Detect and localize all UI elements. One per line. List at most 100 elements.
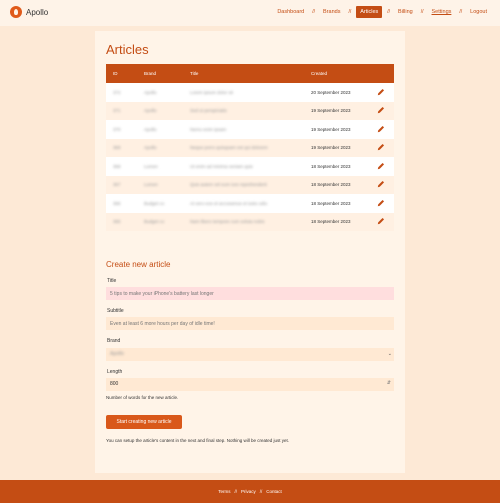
- nav-brands[interactable]: Brands: [320, 6, 343, 18]
- cell-id: 372: [113, 89, 121, 95]
- cell-id: 371: [113, 108, 121, 114]
- cell-title: At vero eos et accusamus et iusto odio: [190, 200, 268, 206]
- column-header-actions: [368, 64, 394, 83]
- column-header-title: Title: [190, 71, 199, 76]
- column-header-brand: Brand: [144, 71, 157, 76]
- edit-article-button[interactable]: [368, 102, 394, 121]
- footer-privacy-link[interactable]: Privacy: [241, 489, 256, 494]
- column-header-id: ID: [113, 71, 118, 76]
- app-name: Apollo: [26, 7, 49, 17]
- brand[interactable]: Apollo: [10, 6, 48, 18]
- edit-article-button[interactable]: [368, 83, 394, 102]
- edit-article-button[interactable]: [368, 120, 394, 139]
- main-nav: Dashboard // Brands // Articles // Billi…: [274, 6, 490, 18]
- cell-created: 19 September 2023: [311, 108, 351, 114]
- table-header-row: ID Brand Title Created: [106, 64, 394, 83]
- edit-article-button[interactable]: [368, 176, 394, 195]
- table-row[interactable]: 371 Apollo Sed ut perspiciatis 19 Septem…: [106, 101, 394, 121]
- cell-brand: Apollo: [144, 126, 157, 132]
- cell-title: Nam libero tempore cum soluta nobis: [190, 219, 265, 225]
- nav-settings[interactable]: Settings: [429, 6, 455, 18]
- footer: Terms // Privacy // Contact: [0, 480, 500, 503]
- cell-id: 367: [113, 182, 121, 188]
- cell-title: Ut enim ad minima veniam quis: [190, 163, 253, 169]
- nav-separator: //: [348, 9, 352, 15]
- table-row[interactable]: 367 Lumen Quis autem vel eum iure repreh…: [106, 175, 394, 195]
- table-row[interactable]: 368 Lumen Ut enim ad minima veniam quis …: [106, 157, 394, 176]
- nav-separator: //: [459, 9, 463, 15]
- cell-title: Sed ut perspiciatis: [190, 108, 227, 114]
- edit-article-button[interactable]: [368, 194, 394, 213]
- pencil-icon: [377, 181, 385, 188]
- brand-label: Brand: [107, 338, 121, 344]
- cell-brand: Apollo: [144, 89, 157, 95]
- length-label: Length: [107, 369, 123, 375]
- nav-separator: //: [420, 9, 424, 15]
- cell-brand: Lumen: [144, 163, 158, 169]
- title-label: Title: [107, 278, 117, 284]
- edit-article-button[interactable]: [368, 213, 394, 232]
- cell-id: 365: [113, 219, 121, 225]
- cell-created: 20 September 2023: [311, 89, 351, 95]
- cell-id: 370: [113, 126, 121, 132]
- pencil-icon: [377, 107, 385, 114]
- form-note: You can setup the article's content in t…: [106, 438, 290, 443]
- table-row[interactable]: 369 Apollo Neque porro quisquam est qui …: [106, 138, 394, 158]
- table-row[interactable]: 365 Budget co Nam libero tempore cum sol…: [106, 212, 394, 232]
- brand-select-value: Apollo: [110, 351, 124, 357]
- edit-article-button[interactable]: [368, 139, 394, 158]
- chevron-down-icon: ⌄: [387, 351, 392, 357]
- nav-articles[interactable]: Articles: [356, 6, 383, 18]
- nav-dashboard[interactable]: Dashboard: [274, 6, 307, 18]
- column-header-created: Created: [311, 71, 328, 76]
- pencil-icon: [377, 144, 385, 151]
- cell-created: 18 September 2023: [311, 163, 351, 169]
- table-row[interactable]: 370 Apollo Nemo enim ipsam 19 September …: [106, 120, 394, 139]
- length-value: 800: [110, 381, 119, 387]
- footer-separator: //: [234, 489, 237, 494]
- pencil-icon: [377, 162, 385, 169]
- cell-title: Nemo enim ipsam: [190, 126, 227, 132]
- stepper-arrows-icon[interactable]: ⇵: [387, 380, 391, 386]
- edit-article-button[interactable]: [368, 157, 394, 176]
- nav-separator: //: [312, 9, 316, 15]
- cell-brand: Apollo: [144, 108, 157, 114]
- brand-select[interactable]: Apollo ⌄: [106, 348, 394, 361]
- cell-created: 19 September 2023: [311, 126, 351, 132]
- cell-brand: Apollo: [144, 145, 157, 151]
- apollo-logo-icon: [10, 6, 22, 18]
- cell-brand: Budget co: [144, 200, 165, 206]
- cell-created: 19 September 2023: [311, 145, 351, 151]
- footer-contact-link[interactable]: Contact: [266, 489, 282, 494]
- cell-brand: Lumen: [144, 182, 158, 188]
- footer-separator: //: [259, 489, 263, 494]
- cell-id: 368: [113, 163, 121, 169]
- cell-id: 369: [113, 145, 121, 151]
- cell-id: 366: [113, 200, 121, 206]
- page-title: Articles: [106, 42, 149, 57]
- nav-separator: //: [387, 9, 391, 15]
- nav-logout[interactable]: Logout: [467, 6, 490, 18]
- title-input[interactable]: [106, 287, 394, 300]
- pencil-icon: [377, 218, 385, 225]
- pencil-icon: [377, 88, 385, 95]
- subtitle-input[interactable]: [106, 317, 394, 330]
- top-navbar: Apollo Dashboard // Brands // Articles /…: [0, 0, 500, 26]
- cell-created: 18 September 2023: [311, 182, 351, 188]
- length-help-text: Number of words for the new article.: [106, 395, 179, 400]
- length-stepper[interactable]: 800 ⇵: [106, 378, 394, 391]
- cell-created: 18 September 2023: [311, 219, 351, 225]
- subtitle-label: Subtitle: [107, 308, 124, 314]
- table-row[interactable]: 366 Budget co At vero eos et accusamus e…: [106, 194, 394, 213]
- cell-title: Neque porro quisquam est qui dolorem: [190, 145, 268, 151]
- articles-table: ID Brand Title Created 372 Apollo Lorem …: [106, 64, 394, 231]
- pencil-icon: [377, 125, 385, 132]
- table-row[interactable]: 372 Apollo Lorem ipsum dolor sit 20 Sept…: [106, 83, 394, 102]
- start-creating-article-button[interactable]: Start creating new article: [106, 415, 182, 429]
- articles-card: Articles ID Brand Title Created 372 Apol…: [95, 31, 405, 473]
- create-article-heading: Create new article: [106, 260, 171, 269]
- nav-billing[interactable]: Billing: [395, 6, 416, 18]
- cell-created: 18 September 2023: [311, 200, 351, 206]
- footer-terms-link[interactable]: Terms: [218, 489, 230, 494]
- cell-title: Lorem ipsum dolor sit: [190, 89, 234, 95]
